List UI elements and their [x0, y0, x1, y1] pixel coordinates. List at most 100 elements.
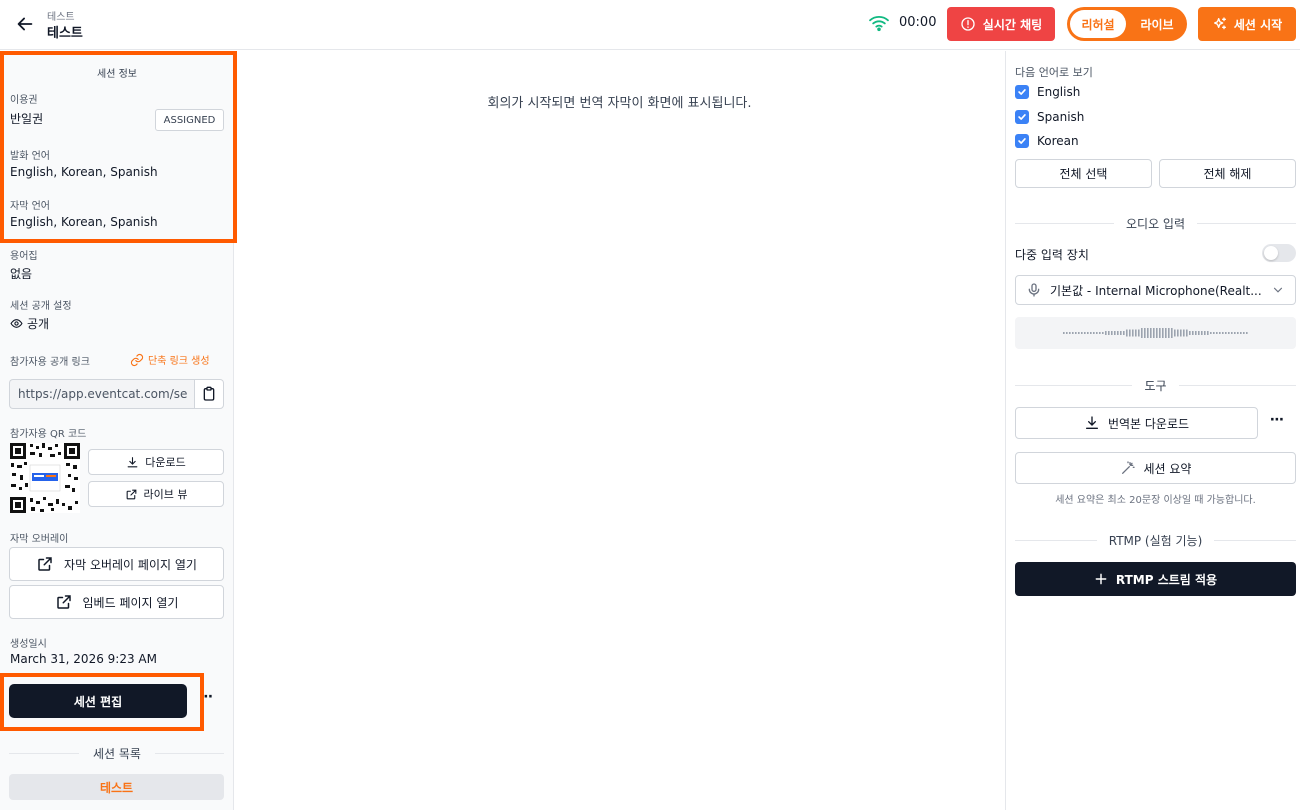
glossary-label: 용어집: [10, 251, 38, 262]
magic-wand-icon: [1121, 461, 1135, 474]
session-list-item[interactable]: 테스트: [9, 774, 224, 800]
waveform-bar: [1177, 329, 1179, 337]
public-link-input[interactable]: https://app.eventcat.com/se: [9, 379, 195, 409]
language-checkbox-korean[interactable]: Korean: [1015, 134, 1079, 148]
waveform-bar: [1126, 329, 1128, 337]
open-overlay-button[interactable]: 자막 오버레이 페이지 열기: [9, 547, 224, 581]
audio-level-meter: [1015, 317, 1296, 349]
public-link-label: 참가자용 공개 링크: [10, 357, 90, 368]
multi-device-switch[interactable]: [1262, 244, 1296, 262]
qr-code-label: 참가자용 QR 코드: [10, 429, 87, 440]
deselect-all-button[interactable]: 전체 해제: [1159, 159, 1296, 188]
waveform-bar: [1198, 331, 1200, 335]
waveform-bar: [1108, 331, 1110, 335]
open-embed-button[interactable]: 임베드 페이지 열기: [9, 585, 224, 619]
live-chat-button[interactable]: 실시간 채팅: [947, 7, 1055, 41]
waveform-bar: [1234, 332, 1236, 334]
language-name: Korean: [1037, 134, 1079, 148]
rtmp-section-header: RTMP (실험 기능): [1015, 532, 1297, 549]
top-header: 테스트 테스트 00:00 실시간 채팅 리허설 라이브 세션 시작: [0, 0, 1300, 50]
mode-live[interactable]: 라이브: [1129, 10, 1185, 38]
waveform-bar: [1090, 332, 1092, 334]
short-link-button[interactable]: 단축 링크 생성: [130, 352, 210, 367]
created-at-label: 생성일시: [10, 639, 47, 650]
waveform-bar: [1216, 332, 1218, 334]
waveform-bar: [1117, 331, 1119, 335]
live-view-button[interactable]: 라이브 뷰: [88, 481, 224, 507]
waveform-bar: [1150, 328, 1152, 338]
waveform-bar: [1072, 332, 1074, 334]
highlight-edit-button: [0, 673, 204, 731]
waveform-bar: [1075, 332, 1077, 334]
open-embed-label: 임베드 페이지 열기: [82, 595, 179, 610]
tools-section-header: 도구: [1015, 377, 1296, 394]
waveform-bar: [1159, 328, 1161, 338]
waveform-bar: [1120, 331, 1122, 335]
short-link-label: 단축 링크 생성: [148, 356, 210, 367]
waveform-bar: [1138, 329, 1140, 337]
waveform-bar: [1099, 332, 1101, 334]
qr-code-image: [10, 443, 80, 513]
waveform-bar: [1210, 332, 1212, 334]
select-all-button[interactable]: 전체 선택: [1015, 159, 1152, 188]
waveform-bar: [1189, 331, 1191, 335]
checkbox-checked-icon: [1015, 110, 1029, 124]
language-checkbox-english[interactable]: English: [1015, 85, 1080, 99]
qr-download-button[interactable]: 다운로드: [88, 449, 224, 475]
checkbox-checked-icon: [1015, 134, 1029, 148]
checkbox-checked-icon: [1015, 85, 1029, 99]
waveform-bar: [1237, 332, 1239, 334]
download-transcript-label: 번역본 다운로드: [1107, 416, 1190, 431]
start-session-button[interactable]: 세션 시작: [1198, 7, 1296, 41]
live-chat-label: 실시간 채팅: [982, 17, 1043, 32]
link-icon: [130, 353, 144, 366]
audio-input-title: 오디오 입력: [1126, 217, 1186, 231]
external-link-icon: [56, 595, 71, 609]
waveform-bar: [1069, 332, 1071, 334]
download-transcript-button[interactable]: 번역본 다운로드: [1015, 407, 1258, 439]
view-language-label: 다음 언어로 보기: [1015, 66, 1093, 79]
language-name: English: [1037, 85, 1081, 99]
waveform-bar: [1207, 331, 1209, 335]
waveform-bar: [1078, 332, 1080, 334]
waveform-bar: [1114, 331, 1116, 335]
waveform-bar: [1156, 328, 1158, 338]
waveform-bar: [1084, 332, 1086, 334]
microphone-icon: [1028, 283, 1040, 297]
session-summary-button[interactable]: 세션 요약: [1015, 452, 1296, 484]
waveform-bar: [1219, 332, 1221, 334]
sparkles-icon: [1213, 17, 1226, 30]
rtmp-apply-label: RTMP 스트림 적용: [1115, 572, 1218, 587]
open-overlay-label: 자막 오버레이 페이지 열기: [64, 557, 197, 572]
tools-more-icon[interactable]: ⋯: [1270, 412, 1285, 428]
mode-toggle[interactable]: 리허설 라이브: [1067, 7, 1187, 41]
waveform-bar: [1165, 328, 1167, 338]
audio-device-select[interactable]: 기본값 - Internal Microphone(Realt...: [1015, 275, 1296, 305]
visibility-label: 세션 공개 설정: [10, 301, 72, 312]
waveform-bar: [1066, 332, 1068, 334]
waveform-bar: [1153, 328, 1155, 338]
waveform-bar: [1243, 332, 1245, 334]
visibility-value: 공개: [10, 315, 49, 332]
waveform-bar: [1240, 332, 1242, 334]
waveform-bar: [1186, 329, 1188, 337]
chevron-down-icon: [1273, 287, 1283, 293]
breadcrumb: 테스트: [47, 12, 75, 23]
session-summary-label: 세션 요약: [1143, 461, 1192, 476]
start-session-label: 세션 시작: [1233, 17, 1283, 32]
created-at-value: March 31, 2026 9:23 AM: [10, 652, 157, 666]
waveform-bar: [1141, 328, 1143, 338]
audio-device-value: 기본값 - Internal Microphone(Realt...: [1050, 283, 1262, 298]
mode-rehearsal[interactable]: 리허설: [1070, 10, 1126, 38]
waveform-bar: [1096, 332, 1098, 334]
language-checkbox-spanish[interactable]: Spanish: [1015, 110, 1084, 124]
copy-link-button[interactable]: [194, 379, 224, 409]
glossary-value: 없음: [10, 267, 33, 281]
multi-device-label: 다중 입력 장치: [1015, 248, 1089, 262]
rtmp-apply-button[interactable]: RTMP 스트림 적용: [1015, 562, 1296, 596]
waveform-bar: [1132, 329, 1134, 337]
waveform-bar: [1171, 328, 1173, 338]
waveform-bar: [1174, 329, 1176, 337]
waveform-bar: [1144, 328, 1146, 338]
back-arrow-icon[interactable]: [14, 13, 36, 35]
